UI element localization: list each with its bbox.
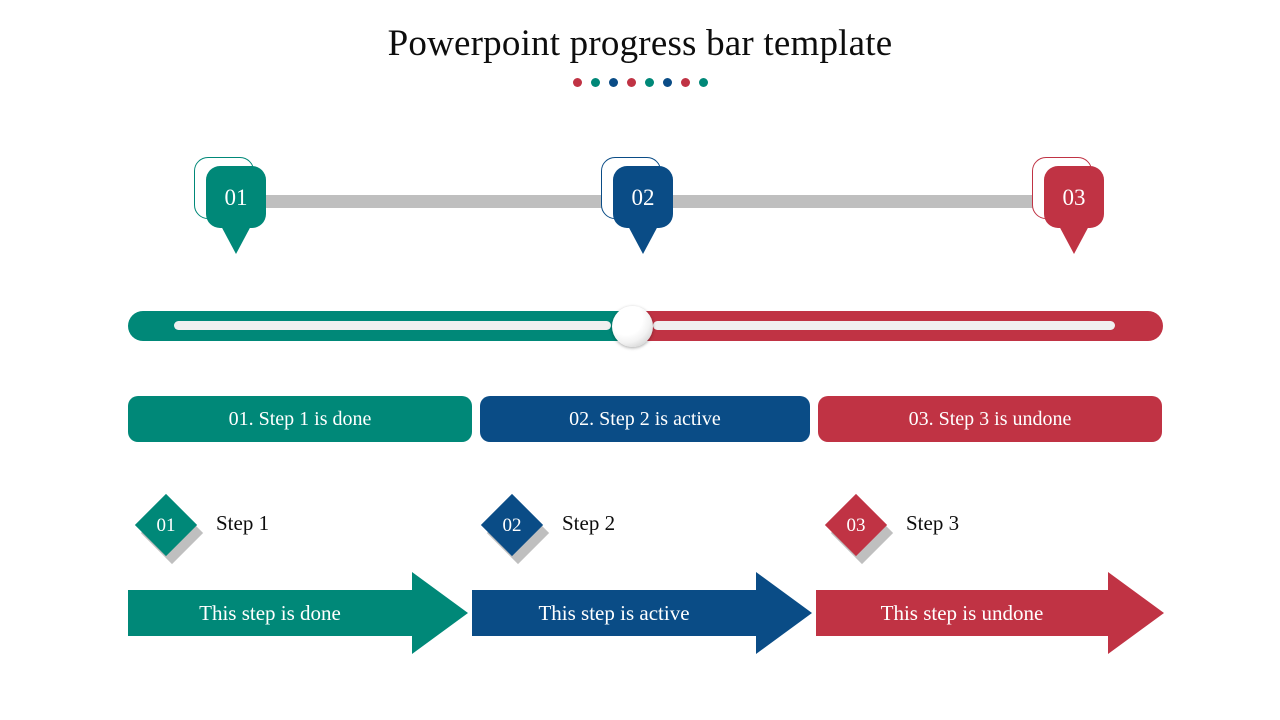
rail-segment-2 xyxy=(637,195,1068,208)
pin-marker-number: 03 xyxy=(1062,184,1086,210)
title-dot-2 xyxy=(590,78,600,87)
arrow-step-2[interactable]: This step is active xyxy=(472,572,812,654)
step-pill-row: 01. Step 1 is done 02. Step 2 is active … xyxy=(128,396,1162,442)
title-dot-1 xyxy=(572,78,582,87)
pin-marker-row: 01 02 03 xyxy=(0,150,1280,270)
step-pill-1[interactable]: 01. Step 1 is done xyxy=(128,396,472,442)
title-dot-3 xyxy=(608,78,618,87)
arrow-step-1[interactable]: This step is done xyxy=(128,572,468,654)
diamond-number: 03 xyxy=(846,514,866,536)
title-dot-6 xyxy=(662,78,672,87)
title-dot-8 xyxy=(698,78,708,87)
step-pill-3-label: 03. Step 3 is undone xyxy=(908,407,1072,430)
diamond-marker-row: 01 Step 1 02 Step 2 03 Step 3 xyxy=(0,484,1280,566)
progress-slider[interactable] xyxy=(128,306,1163,347)
title-dot-5 xyxy=(644,78,654,87)
step-pill-1-label: 01. Step 1 is done xyxy=(228,407,372,430)
arrow-right-icon xyxy=(472,572,812,654)
diamond-step-label: Step 1 xyxy=(216,511,270,535)
arrow-step-row: This step is done This step is active Th… xyxy=(0,572,1280,654)
diamond-number: 02 xyxy=(502,514,522,536)
arrow-right-icon xyxy=(128,572,468,654)
step-pill-3[interactable]: 03. Step 3 is undone xyxy=(818,396,1162,442)
pin-marker-02[interactable]: 02 xyxy=(601,150,673,260)
slide-canvas: Powerpoint progress bar template 01 02 0… xyxy=(0,0,1280,720)
diamond-step-label: Step 2 xyxy=(562,511,616,535)
page-title: Powerpoint progress bar template xyxy=(387,23,893,64)
rail-segment-1 xyxy=(230,195,637,208)
title-dot-7 xyxy=(680,78,690,87)
pin-marker-03[interactable]: 03 xyxy=(1032,150,1104,260)
title-dot-4 xyxy=(626,78,636,87)
diamond-step-label: Step 3 xyxy=(906,511,960,535)
arrow-right-icon xyxy=(816,572,1164,654)
step-pill-2-label: 02. Step 2 is active xyxy=(569,407,721,430)
step-pill-2[interactable]: 02. Step 2 is active xyxy=(480,396,810,442)
pin-pointer-icon xyxy=(220,224,252,254)
slider-inner-line-right xyxy=(653,321,1115,330)
pin-pointer-icon xyxy=(1058,224,1090,254)
pin-pointer-icon xyxy=(627,224,659,254)
slider-inner-line-left xyxy=(174,321,611,330)
pin-marker-01[interactable]: 01 xyxy=(194,150,266,260)
title-dot-row xyxy=(0,78,1280,87)
diamond-number: 01 xyxy=(156,514,176,536)
pin-marker-number: 02 xyxy=(631,184,655,210)
pin-marker-number: 01 xyxy=(224,184,248,210)
slider-knob-handle[interactable] xyxy=(612,306,653,347)
arrow-step-3[interactable]: This step is undone xyxy=(816,572,1164,654)
